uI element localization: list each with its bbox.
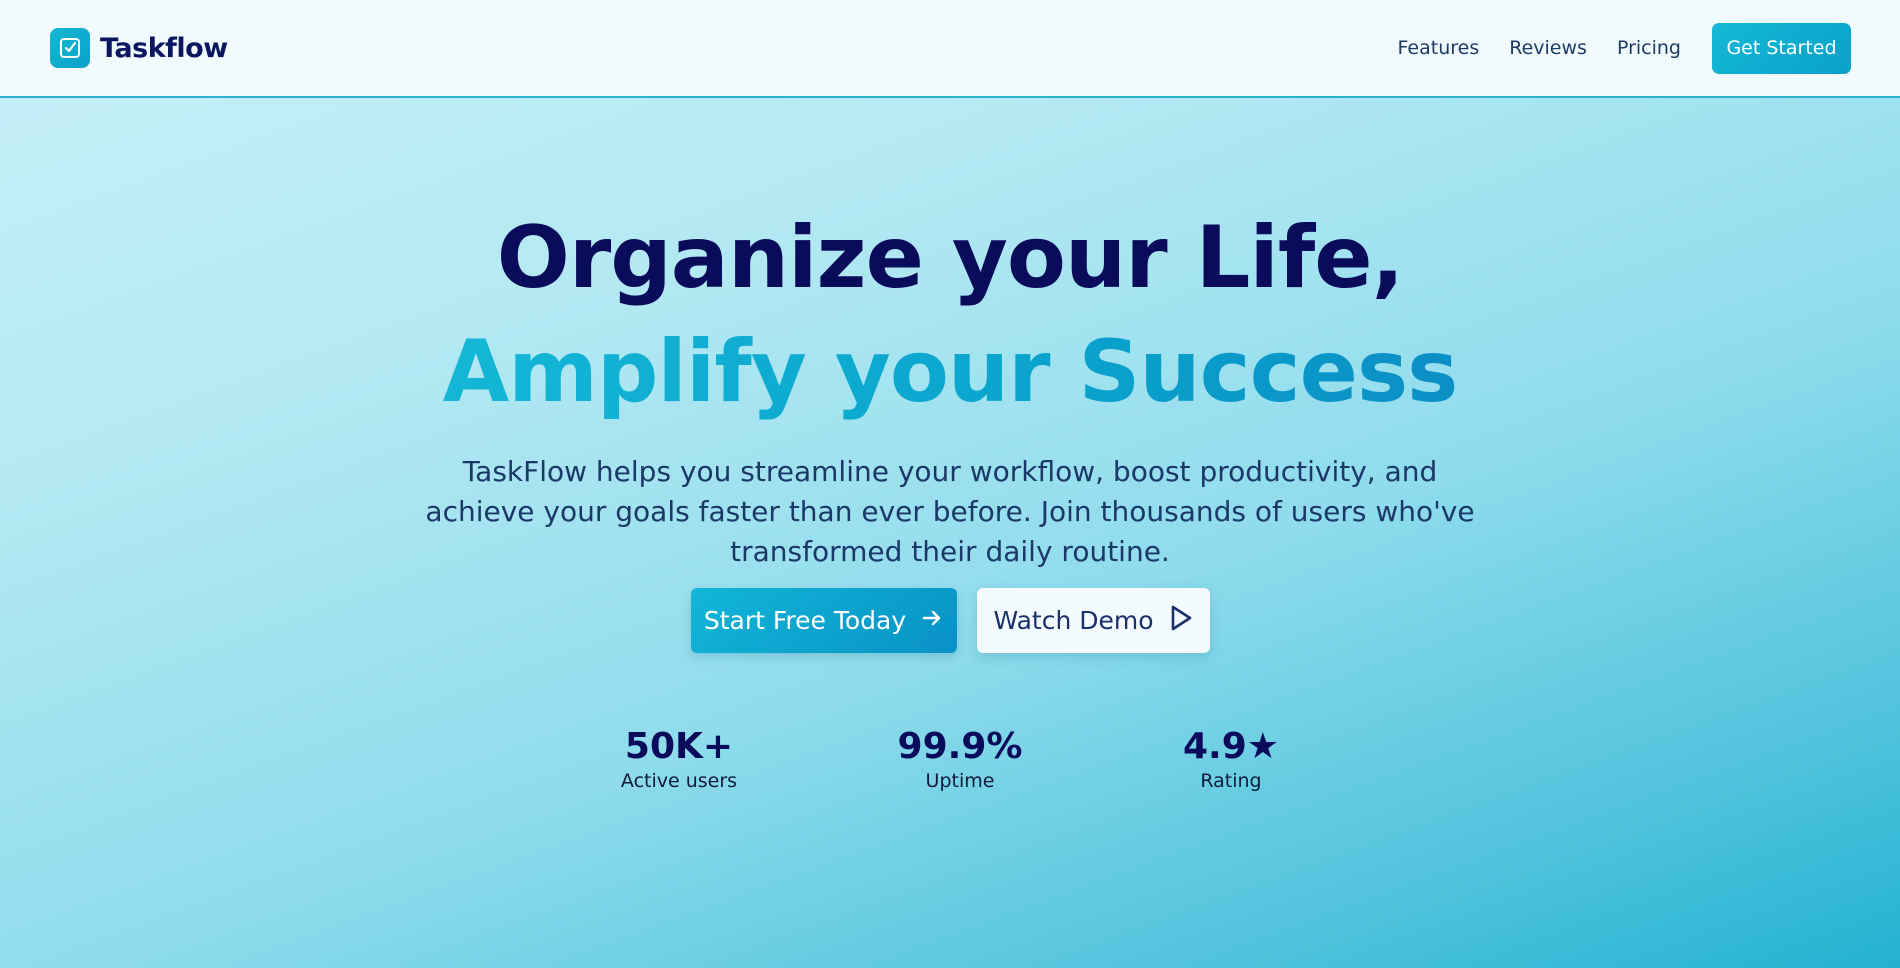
hero-title-line-2: Amplify your Success <box>0 322 1900 422</box>
stat-label: Active users <box>620 770 738 792</box>
hero-subtitle: TaskFlow helps you streamline your workf… <box>425 455 1475 568</box>
arrow-right-icon <box>920 606 944 636</box>
get-started-button[interactable]: Get Started <box>1712 22 1851 74</box>
stat-uptime: 99.9% Uptime <box>860 726 1060 794</box>
start-free-button-label: Start Free Today <box>703 606 907 635</box>
checkbox-icon <box>50 28 90 68</box>
stat-active-users: 50K+ Active users <box>579 726 779 794</box>
watch-demo-button-label: Watch Demo <box>993 606 1154 635</box>
main-nav: Features Reviews Pricing Get Started <box>1398 22 1851 74</box>
start-free-button[interactable]: Start Free Today <box>691 588 957 653</box>
play-icon <box>1168 604 1194 638</box>
brand[interactable]: Taskflow <box>50 28 228 68</box>
hero-buttons: Start Free Today Watch Demo <box>691 588 1210 653</box>
nav-link-reviews[interactable]: Reviews <box>1509 37 1587 59</box>
landing-page: Taskflow Features Reviews Pricing Get St… <box>0 0 1900 968</box>
stat-rating: 4.9★ Rating <box>1131 726 1331 794</box>
hero-title-line-2-text: Amplify your Success <box>442 322 1459 422</box>
site-header: Taskflow Features Reviews Pricing Get St… <box>0 0 1900 98</box>
stat-value: 4.9★ <box>1182 726 1280 767</box>
nav-link-pricing[interactable]: Pricing <box>1617 37 1681 59</box>
stat-value: 99.9% <box>897 726 1023 767</box>
stat-value: 50K+ <box>624 726 734 767</box>
watch-demo-button[interactable]: Watch Demo <box>977 588 1210 653</box>
stat-label: Rating <box>1200 770 1262 792</box>
nav-link-features[interactable]: Features <box>1398 37 1480 59</box>
stat-label: Uptime <box>925 770 995 792</box>
brand-name: Taskflow <box>100 32 228 64</box>
hero-title-line-1: Organize your Life, <box>496 208 1405 308</box>
